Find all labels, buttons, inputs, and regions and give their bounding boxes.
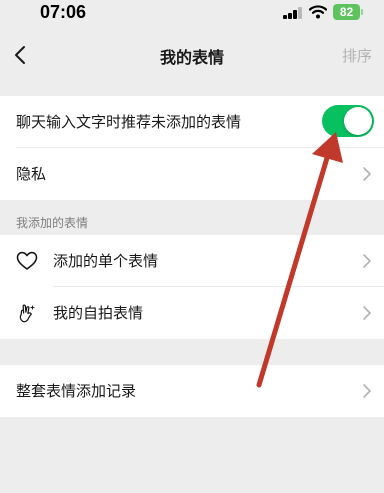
recommend-stickers-row: 聊天输入文字时推荐未添加的表情	[0, 96, 384, 148]
sticker-history-label: 整套表情添加记录	[16, 382, 137, 400]
selfie-stickers-row[interactable]: 我的自拍表情	[0, 287, 384, 339]
section-header: 我添加的表情	[16, 216, 89, 230]
privacy-row[interactable]: 隐私	[0, 148, 384, 200]
chevron-right-icon	[363, 384, 371, 398]
single-stickers-row[interactable]: 添加的单个表情	[0, 235, 384, 287]
sort-button[interactable]: 排序	[342, 45, 372, 66]
cellular-signal-icon	[283, 7, 303, 19]
chevron-right-icon	[363, 254, 371, 268]
battery-level: 82	[339, 5, 354, 19]
recommend-stickers-toggle[interactable]	[322, 105, 374, 137]
battery-cap	[361, 9, 363, 15]
selfie-stickers-label: 我的自拍表情	[53, 304, 144, 322]
settings-group: 聊天输入文字时推荐未添加的表情 隐私	[0, 96, 384, 200]
privacy-label: 隐私	[16, 165, 47, 183]
heart-icon	[16, 251, 38, 270]
chevron-right-icon	[363, 306, 371, 320]
toggle-knob	[344, 107, 372, 135]
added-stickers-group: 添加的单个表情 我的自拍表情	[0, 235, 384, 339]
battery-indicator: 82	[333, 4, 360, 20]
status-bar: 07:06 82	[0, 0, 384, 26]
history-group: 整套表情添加记录	[0, 365, 384, 417]
page-title: 我的表情	[159, 48, 224, 67]
navigation-bar: 我的表情 排序	[0, 34, 384, 74]
status-time: 07:06	[40, 2, 87, 22]
selfie-hand-icon	[19, 304, 36, 323]
single-stickers-label: 添加的单个表情	[53, 252, 159, 270]
chevron-right-icon	[363, 167, 371, 181]
wifi-icon	[309, 5, 327, 19]
recommend-stickers-label: 聊天输入文字时推荐未添加的表情	[16, 113, 242, 131]
sticker-history-row[interactable]: 整套表情添加记录	[0, 365, 384, 417]
